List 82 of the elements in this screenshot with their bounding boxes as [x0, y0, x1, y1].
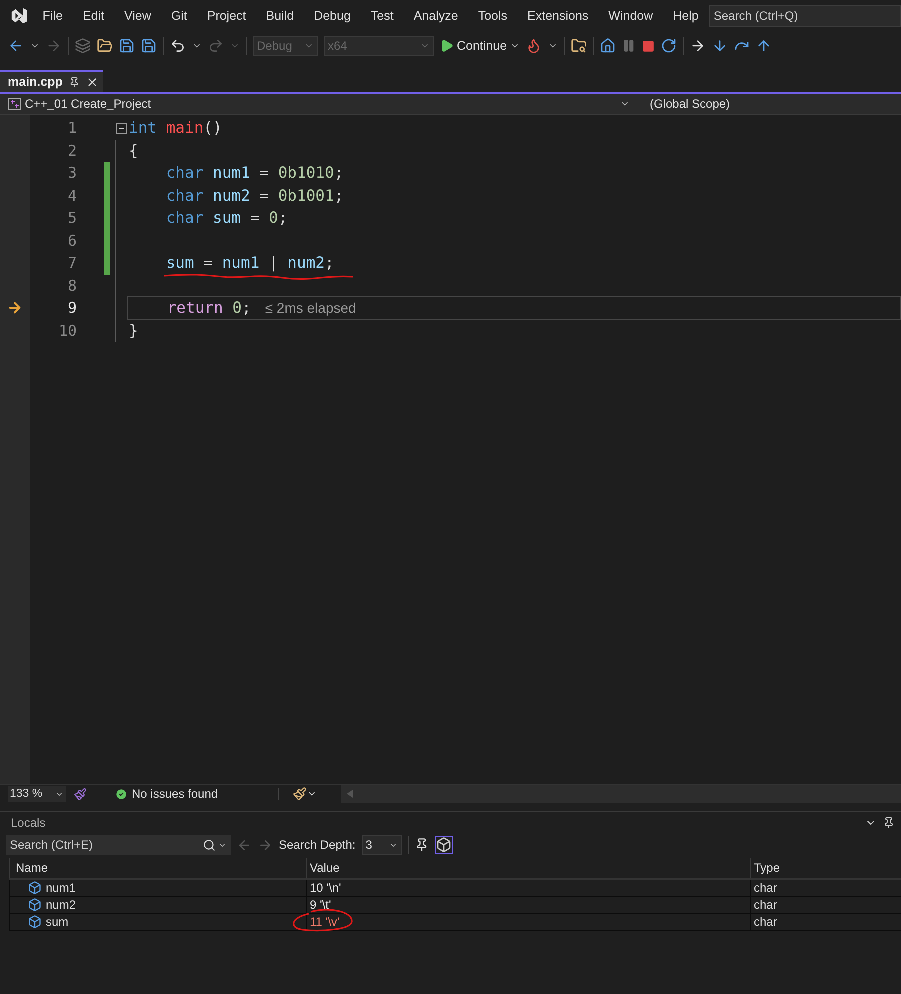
play-icon: [440, 39, 454, 53]
variable-value: 10 '\n': [310, 881, 342, 895]
zoom-dropdown[interactable]: 133 %: [8, 786, 66, 802]
variable-value: 11 '\v': [310, 915, 340, 929]
save-all-icon[interactable]: [141, 38, 157, 54]
pin-icon[interactable]: [414, 838, 429, 852]
project-icon: [8, 98, 21, 110]
window-home-icon[interactable]: [600, 38, 616, 54]
menu-item[interactable]: Edit: [72, 9, 114, 23]
menu-item[interactable]: Git: [161, 9, 198, 23]
flame-icon[interactable]: [526, 38, 542, 54]
menu-item[interactable]: Tools: [468, 9, 518, 23]
pin-icon[interactable]: [68, 76, 80, 88]
code-line: }: [129, 322, 138, 340]
back-icon[interactable]: [8, 38, 24, 54]
line-number: 3: [66, 164, 77, 182]
search-field[interactable]: Search (Ctrl+Q): [708, 5, 901, 27]
column-header[interactable]: Type: [750, 858, 901, 880]
save-icon[interactable]: [119, 38, 135, 54]
line-number: 5: [66, 209, 77, 228]
menu-item[interactable]: Window: [598, 9, 664, 23]
check-icon: [115, 788, 128, 800]
continue-button[interactable]: Continue: [440, 39, 520, 53]
panel-title: Locals: [11, 816, 46, 830]
scope-dropdown[interactable]: (Global Scope): [630, 94, 901, 114]
code-line: {: [129, 142, 138, 160]
file-tab[interactable]: main.cpp: [0, 70, 103, 92]
restart-icon[interactable]: [661, 38, 678, 54]
menu-item[interactable]: Test: [360, 9, 404, 23]
search-depth-label: Search Depth:: [279, 838, 356, 852]
menu-item[interactable]: File: [32, 9, 73, 23]
menu-item[interactable]: Project: [197, 9, 256, 23]
brush-icon[interactable]: [74, 788, 87, 800]
code-line: char num1 = 0b1010;: [165, 164, 344, 182]
code-editor[interactable]: 1 int main() 2 { 3 char num1 = 0b1010; 4 char num2 = 0b1001; 5 char sum = 0; 6 7 sum = num1 | num2; 8 9 return 0; ≤ 2ms elapsed 10 }: [0, 115, 901, 784]
line-number: 8: [66, 276, 77, 295]
variable-value: 9 '\t': [310, 898, 332, 912]
menu-item[interactable]: Debug: [304, 9, 361, 23]
cleanup-broom-icon[interactable]: [293, 787, 308, 801]
line-number: 1: [66, 119, 77, 138]
menu-item[interactable]: View: [114, 9, 162, 23]
code-line: char sum = 0;: [165, 209, 288, 228]
search-icon[interactable]: [203, 838, 216, 852]
variable-type: char: [754, 915, 778, 929]
variable-type: char: [754, 881, 778, 895]
pin-icon[interactable]: [883, 817, 895, 829]
variable-type: char: [754, 898, 778, 912]
code-line: char num2 = 0b1001;: [165, 186, 344, 205]
variable-name: num2: [46, 898, 76, 912]
app-logo-icon: [10, 7, 29, 25]
stop-icon[interactable]: [642, 40, 656, 52]
line-number: 2: [66, 142, 77, 160]
close-icon[interactable]: [86, 76, 99, 88]
column-header[interactable]: Name: [9, 858, 306, 880]
variable-icon: [28, 881, 42, 895]
collapse-icon[interactable]: [116, 122, 126, 134]
column-header[interactable]: Value: [306, 858, 750, 880]
line-number: 9: [66, 299, 77, 318]
line-number: 4: [66, 186, 77, 205]
line-number: 7: [66, 254, 77, 272]
undo-icon[interactable]: [170, 38, 186, 54]
search-field[interactable]: Search (Ctrl+E): [6, 835, 231, 855]
menu-item[interactable]: Help: [663, 9, 709, 23]
code-line: return 0;: [166, 299, 252, 318]
code-line: sum = num1 | num2;: [129, 254, 334, 272]
variable-icon: [28, 898, 42, 912]
variable-name: sum: [46, 915, 69, 929]
variable-icon: [28, 915, 42, 929]
variable-name: num1: [46, 881, 76, 895]
project-dropdown[interactable]: C++_01 Create_Project: [0, 94, 630, 114]
menu-item[interactable]: Extensions: [518, 9, 599, 23]
menu-item[interactable]: Analyze: [404, 9, 468, 23]
search-depth-dropdown[interactable]: 3: [362, 835, 402, 855]
issues-status[interactable]: No issues found: [132, 787, 218, 801]
folder-search-icon[interactable]: [571, 38, 588, 54]
open-folder-icon[interactable]: [97, 38, 113, 54]
menu-item[interactable]: Build: [256, 9, 304, 23]
line-number: 10: [58, 322, 77, 340]
pause-icon[interactable]: [622, 39, 636, 53]
line-number: 6: [66, 232, 77, 250]
code-line: int main(): [129, 119, 222, 138]
elapsed-time-hint: ≤ 2ms elapsed: [265, 300, 356, 316]
